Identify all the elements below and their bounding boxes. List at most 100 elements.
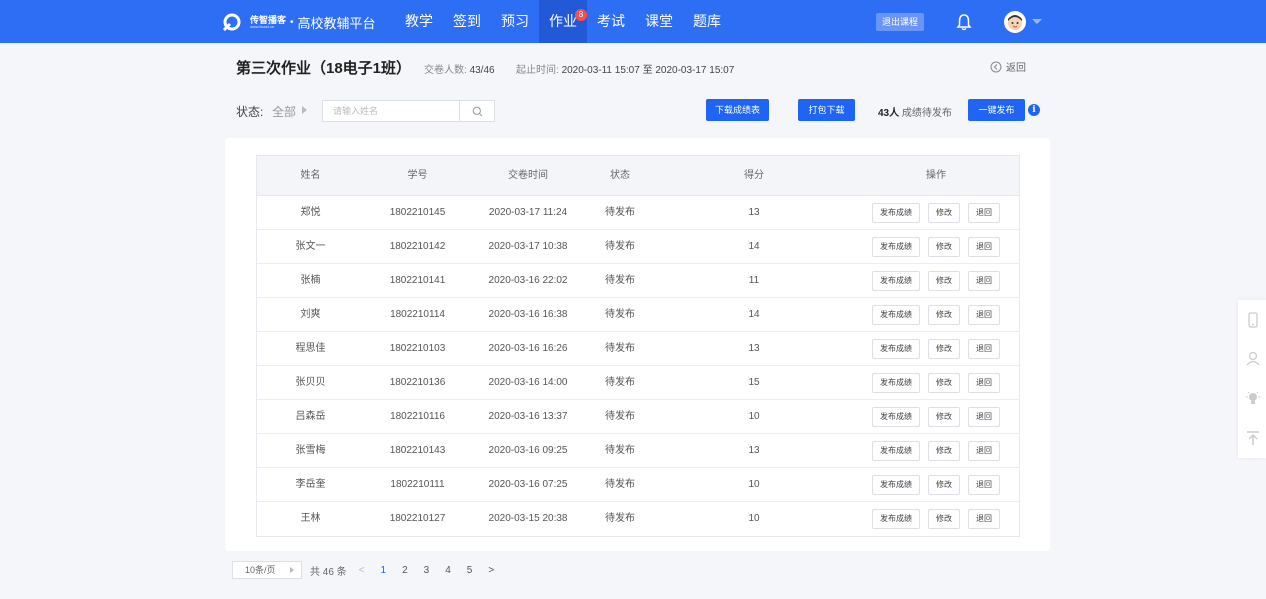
back-button[interactable]: 返回 [990,59,1026,74]
exit-course-button[interactable]: 退出课程 [876,13,925,31]
publish-score-button[interactable]: 发布成绩 [872,372,920,393]
column-header-status[interactable]: 状态 [585,156,655,195]
brand-logo[interactable]: 传智播客 www.itcast.cn • 高校教辅平台 [222,10,376,34]
submissions-table: 姓名 学号 交卷时间 状态 得分 操作 郑悦 1802210145 2020-03-… [256,155,1020,537]
cell-score: 14 [748,241,760,252]
page-2[interactable]: 2 [402,565,408,576]
cell-name: 吕森岳 [295,411,326,422]
pending-publish-count: 43人 成绩待发布 [878,104,952,119]
time-separator: 至 [642,65,653,76]
download-scores-button[interactable]: 下载成绩表 [706,99,769,121]
bulb-icon[interactable] [1245,390,1261,406]
nav-item-exam[interactable]: 考试 [587,0,635,43]
avatar-icon[interactable] [1004,11,1026,33]
return-button[interactable]: 退回 [968,236,1000,257]
bell-icon[interactable] [956,13,972,31]
prev-page-button[interactable]: < [359,565,365,576]
edit-button[interactable]: 修改 [928,406,960,427]
return-button[interactable]: 退回 [968,440,1000,461]
brand-separator: • [290,16,294,28]
caret-right-icon[interactable] [302,106,307,114]
nav-item-question-bank[interactable]: 题库 [683,0,731,43]
cell-status: 待发布 [605,275,635,286]
cell-submit-time: 2020-03-16 09:25 [488,445,568,456]
page-4[interactable]: 4 [445,565,451,576]
cell-name: 张雪梅 [295,445,326,456]
name-search-input[interactable] [323,101,461,121]
return-button[interactable]: 退回 [968,509,1000,529]
nav-item-classroom[interactable]: 课堂 [635,0,683,43]
nav-item-signin[interactable]: 签到 [443,0,491,43]
back-label: 返回 [1006,63,1026,74]
edit-button[interactable]: 修改 [928,338,960,359]
pack-download-button[interactable]: 打包下载 [798,99,855,121]
edit-button[interactable]: 修改 [928,236,960,257]
back-to-top-icon[interactable] [1245,430,1261,446]
cell-status: 待发布 [605,445,635,456]
publish-score-button[interactable]: 发布成绩 [872,509,920,529]
search-button[interactable] [459,101,494,121]
cell-score: 15 [748,377,760,388]
nav-item-teaching[interactable]: 教学 [395,0,443,43]
floating-toolbar [1238,300,1266,458]
next-page-button[interactable]: > [488,565,494,576]
cell-status: 待发布 [605,377,635,388]
page-1[interactable]: 1 [381,565,387,576]
edit-button[interactable]: 修改 [928,202,960,223]
column-header-submit-time[interactable]: 交卷时间 [471,156,585,195]
page-size-value: 10条/页 [245,565,276,575]
edit-button[interactable]: 修改 [928,440,960,461]
cell-actions: 发布成绩 修改 退回 [853,332,1019,365]
publish-score-button[interactable]: 发布成绩 [872,202,920,223]
page-size-select[interactable]: 10条/页 [232,561,302,579]
return-button[interactable]: 退回 [968,338,1000,359]
edit-button[interactable]: 修改 [928,509,960,529]
cell-status: 待发布 [605,207,635,218]
return-button[interactable]: 退回 [968,406,1000,427]
logo-icon [222,13,241,31]
publish-score-button[interactable]: 发布成绩 [872,338,920,359]
top-nav-bar: 传智播客 www.itcast.cn • 高校教辅平台 教学 签到 预习 作业 … [0,0,1266,43]
phone-icon[interactable] [1245,312,1261,328]
cell-status: 待发布 [605,309,635,320]
return-button[interactable]: 退回 [968,304,1000,325]
nav-item-homework-label: 作业 [549,13,577,29]
info-icon[interactable]: i [1028,104,1040,116]
page-5[interactable]: 5 [467,565,473,576]
cell-student-id: 1802210142 [389,241,446,252]
nav-item-homework[interactable]: 作业 8 [539,0,587,43]
edit-button[interactable]: 修改 [928,270,960,291]
publish-all-button[interactable]: 一键发布 [968,99,1025,121]
publish-score-button[interactable]: 发布成绩 [872,304,920,325]
table-row: 张楠 1802210141 2020-03-16 22:02 待发布 11 发布成绩 修改退… [257,264,1019,298]
cell-status: 待发布 [605,513,635,524]
status-filter-select[interactable]: 全部 [272,103,296,120]
cell-student-id: 1802210103 [389,343,446,354]
edit-button[interactable]: 修改 [928,372,960,393]
publish-score-button[interactable]: 发布成绩 [872,474,920,495]
column-header-score[interactable]: 得分 [655,156,853,195]
publish-score-button[interactable]: 发布成绩 [872,236,920,257]
publish-score-button[interactable]: 发布成绩 [872,440,920,461]
return-button[interactable]: 退回 [968,474,1000,495]
page-title: 第三次作业（18电子1班） [236,60,412,77]
return-button[interactable]: 退回 [968,372,1000,393]
publish-score-button[interactable]: 发布成绩 [872,270,920,291]
column-header-student-id[interactable]: 学号 [364,156,471,195]
chevron-down-icon[interactable] [1032,19,1042,24]
edit-button[interactable]: 修改 [928,304,960,325]
edit-button[interactable]: 修改 [928,474,960,495]
cell-actions: 发布成绩 修改 退回 [853,230,1019,263]
page-3[interactable]: 3 [424,565,430,576]
status-filter-label: 状态: [236,105,264,119]
return-button[interactable]: 退回 [968,202,1000,223]
user-icon[interactable] [1245,350,1261,366]
return-button[interactable]: 退回 [968,270,1000,291]
cell-status: 待发布 [605,241,635,252]
nav-item-preview[interactable]: 预习 [491,0,539,43]
cell-submit-time: 2020-03-16 16:26 [488,343,568,354]
publish-score-button[interactable]: 发布成绩 [872,406,920,427]
submit-count: 交卷人数: 43/46 [424,61,495,76]
column-header-name[interactable]: 姓名 [257,156,364,195]
cell-submit-time: 2020-03-17 11:24 [488,207,568,218]
